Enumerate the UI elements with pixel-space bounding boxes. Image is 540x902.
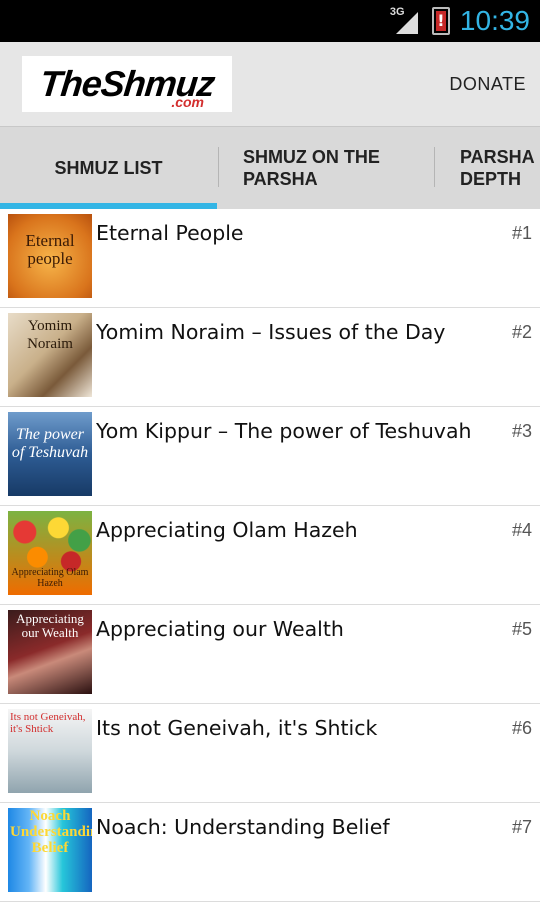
item-title: Appreciating Olam Hazeh [96,518,358,542]
olam-hazeh-thumbnail: Appreciating Olam Hazeh [8,511,92,595]
app-logo[interactable]: TheShmuz .com [22,56,232,112]
item-number: #2 [511,322,532,342]
shmuz-list: Eternal people Eternal People #1 Yomim N… [0,209,540,902]
app-bar: TheShmuz .com DONATE [0,42,540,126]
list-item[interactable]: Its not Geneivah, it's Shtick Its not Ge… [0,704,540,803]
logo-subtext: .com [171,94,204,110]
thumbnail-caption: Its not Geneivah, it's Shtick [10,711,86,735]
battery-alert-icon: ! [431,7,450,35]
tab-parsha-depth[interactable]: PARSHA DEPTH [432,127,540,209]
status-icons: 3G ! 10:39 [390,0,530,42]
clock: 10:39 [459,5,530,36]
item-number: #7 [511,817,532,837]
item-number: #4 [511,520,532,540]
status-bar: 3G ! 10:39 [0,0,540,42]
item-title: Eternal People [96,221,244,245]
tab-shmuz-list[interactable]: SHMUZ LIST [0,127,217,209]
item-number: #1 [511,223,532,243]
thumbnail-caption: Appreciating our Wealth [16,611,84,640]
thumbnail-caption: Appreciating Olam Hazeh [11,567,89,589]
list-item[interactable]: Appreciating Olam Hazeh Appreciating Ola… [0,506,540,605]
list-item[interactable]: The power of Teshuvah Yom Kippur – The p… [0,407,540,506]
tab-label: SHMUZ ON THE PARSHA [242,147,380,189]
tab-label: PARSHA DEPTH [460,147,535,189]
signal-icon: 3G [390,6,422,36]
item-title: Appreciating our Wealth [96,617,344,641]
thumbnail-caption: The power of Teshuvah [11,426,89,461]
tab-shmuz-on-the-parsha[interactable]: SHMUZ ON THE PARSHA [217,127,432,209]
donate-button[interactable]: DONATE [449,64,526,105]
thumbnail-caption: Yomim Noraim [27,318,73,352]
noach-thumbnail: Noach Understanding Belief [8,808,92,892]
wealth-thumbnail: Appreciating our Wealth [8,610,92,694]
tab-label: SHMUZ LIST [54,158,163,178]
tab-bar: SHMUZ LIST SHMUZ ON THE PARSHA PARSHA DE… [0,126,540,209]
list-item[interactable]: Yomim Noraim Yomim Noraim – Issues of th… [0,308,540,407]
item-title: Noach: Understanding Belief [96,815,390,839]
geneivah-thumbnail: Its not Geneivah, it's Shtick [8,709,92,793]
list-item[interactable]: Appreciating our Wealth Appreciating our… [0,605,540,704]
yomim-noraim-thumbnail: Yomim Noraim [8,313,92,397]
item-title: Yomim Noraim – Issues of the Day [96,320,446,344]
item-title: Its not Geneivah, it's Shtick [96,716,378,740]
eternal-people-thumbnail: Eternal people [8,214,92,298]
list-item[interactable]: Eternal people Eternal People #1 [0,209,540,308]
item-title: Yom Kippur – The power of Teshuvah [96,419,472,443]
list-item[interactable]: Noach Understanding Belief Noach: Unders… [0,803,540,902]
thumbnail-caption: Eternal people [25,231,75,268]
thumbnail-caption: Noach Understanding Belief [10,808,92,856]
item-number: #3 [511,421,532,441]
item-number: #5 [511,619,532,639]
item-number: #6 [511,718,532,738]
teshuvah-thumbnail: The power of Teshuvah [8,412,92,496]
